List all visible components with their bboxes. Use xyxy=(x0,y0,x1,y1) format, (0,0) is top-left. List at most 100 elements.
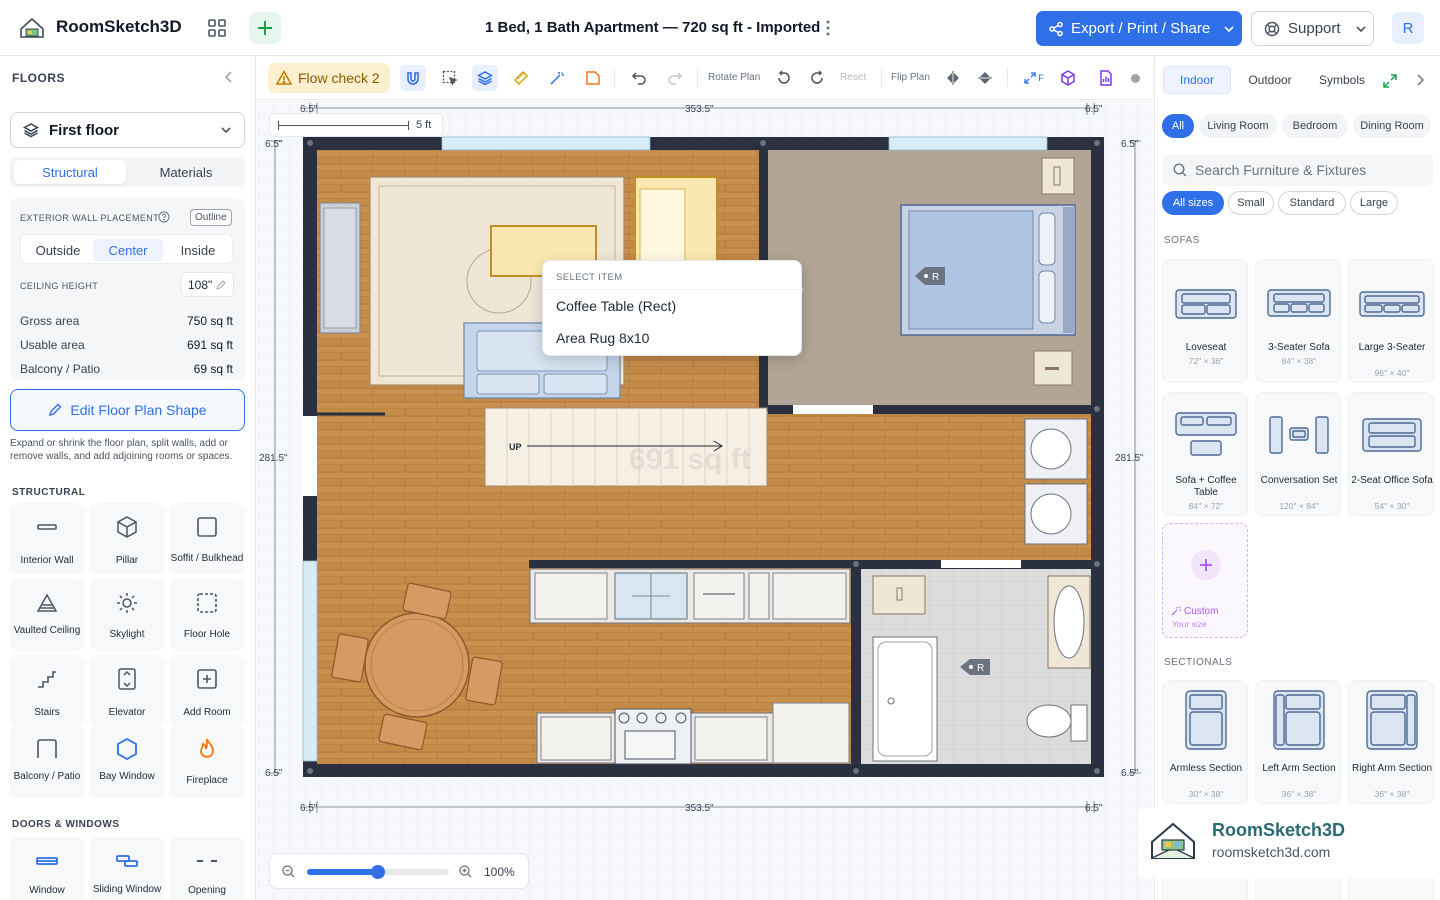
support-button[interactable]: Support xyxy=(1251,11,1374,46)
measure-button[interactable] xyxy=(508,65,534,91)
redo-button[interactable] xyxy=(662,65,688,91)
furniture-left-arm-section[interactable]: Left Arm Section 36" × 38" xyxy=(1255,680,1341,804)
tool-pillar[interactable]: Pillar xyxy=(90,503,164,575)
tab-outdoor[interactable]: Outdoor xyxy=(1235,66,1305,94)
reset-label[interactable]: Reset xyxy=(840,72,866,83)
zoom-slider-thumb[interactable] xyxy=(371,865,385,879)
select-button[interactable] xyxy=(437,65,463,91)
furniture-large-3-seater[interactable]: Large 3-Seater 96" × 40" xyxy=(1348,259,1434,383)
floor-plan-svg[interactable]: 6.5" 353.5" 6.5" 6.5" 353.5" 6.5" 281.5"… xyxy=(257,101,1153,900)
tool-balcony[interactable]: Balcony / Patio xyxy=(10,725,84,799)
furniture-loveseat[interactable]: Loveseat 72" × 36" xyxy=(1162,259,1248,383)
chevron-left-icon[interactable] xyxy=(222,70,236,84)
window[interactable] xyxy=(888,136,1048,151)
pantry-cabinet[interactable] xyxy=(772,702,850,764)
layers-button[interactable] xyxy=(472,65,498,91)
zoom-out-icon[interactable] xyxy=(282,865,295,878)
tool-stairs[interactable]: Stairs xyxy=(10,655,84,727)
floor-name: First floor xyxy=(49,121,119,139)
popup-item-area-rug[interactable]: Area Rug 8x10 xyxy=(556,330,649,346)
custom-size-card[interactable]: Custom Your size xyxy=(1162,523,1248,638)
chip-standard[interactable]: Standard xyxy=(1278,191,1346,215)
tool-window[interactable]: Window xyxy=(10,837,84,900)
outline-tag[interactable]: Outline xyxy=(190,209,232,226)
tool-elevator[interactable]: Elevator xyxy=(90,655,164,727)
chip-all-rooms[interactable]: All xyxy=(1162,114,1194,138)
custom-add-button[interactable] xyxy=(1191,550,1221,580)
entry-door-opening[interactable] xyxy=(303,416,317,496)
toilet[interactable] xyxy=(1026,704,1072,738)
furniture-3-seater-sofa[interactable]: 3-Seater Sofa 84" × 38" xyxy=(1255,259,1341,383)
tool-interior-wall[interactable]: Interior Wall xyxy=(10,503,84,575)
placement-center[interactable]: Center xyxy=(93,239,163,261)
window[interactable] xyxy=(441,136,651,151)
3d-view-button[interactable] xyxy=(1055,65,1081,91)
flip-horizontal-button[interactable] xyxy=(940,65,966,91)
dining-table[interactable] xyxy=(364,612,470,718)
bedroom-door-opening[interactable] xyxy=(793,405,873,414)
plus-square-icon xyxy=(197,669,217,689)
plan-title[interactable]: 1 Bed, 1 Bath Apartment — 720 sq ft - Im… xyxy=(485,19,820,36)
tab-indoor[interactable]: Indoor xyxy=(1163,66,1231,94)
furniture-conversation-set[interactable]: Conversation Set 120" × 84" xyxy=(1255,392,1341,516)
chip-small[interactable]: Small xyxy=(1228,191,1274,215)
chip-dining-room[interactable]: Dining Room xyxy=(1353,114,1431,138)
help-icon[interactable] xyxy=(158,211,170,223)
expand-panel-icon[interactable] xyxy=(1383,74,1397,88)
flip-vertical-button[interactable] xyxy=(972,65,998,91)
tool-sliding-window[interactable]: Sliding Window xyxy=(90,837,164,900)
chip-large[interactable]: Large xyxy=(1350,191,1398,215)
chip-all-sizes[interactable]: All sizes xyxy=(1162,191,1224,215)
tool-fireplace[interactable]: Fireplace xyxy=(170,725,244,799)
room-button[interactable] xyxy=(580,65,606,91)
popup-item-coffee-table[interactable]: Coffee Table (Rect) xyxy=(556,298,676,314)
dishwasher[interactable] xyxy=(693,572,745,620)
furniture-2-seat-office-sofa[interactable]: 2-Seat Office Sofa 54" × 30" xyxy=(1348,392,1434,516)
tool-add-room[interactable]: Add Room xyxy=(170,655,244,727)
chip-bedroom[interactable]: Bedroom xyxy=(1282,114,1348,138)
grid-menu-button[interactable] xyxy=(201,12,233,44)
report-button[interactable] xyxy=(1093,65,1119,91)
placement-inside[interactable]: Inside xyxy=(163,239,233,261)
app-logo-icon[interactable] xyxy=(18,14,46,42)
export-button[interactable]: Export / Print / Share xyxy=(1036,11,1242,46)
floor-plan-canvas[interactable]: 6.5" 353.5" 6.5" 6.5" 353.5" 6.5" 281.5"… xyxy=(257,101,1153,900)
tab-symbols[interactable]: Symbols xyxy=(1307,66,1377,94)
fit-button[interactable]: F xyxy=(1019,65,1049,91)
chevron-right-icon[interactable] xyxy=(1413,73,1427,87)
zoom-slider-track[interactable] xyxy=(307,865,449,879)
rotate-right-button[interactable] xyxy=(804,65,830,91)
tool-opening[interactable]: Opening xyxy=(170,837,244,900)
bathroom-vanity[interactable] xyxy=(872,575,926,615)
edit-floor-plan-shape-button[interactable]: Edit Floor Plan Shape xyxy=(10,389,245,431)
furniture-sofa-coffee-table[interactable]: Sofa + Coffee Table 84" × 72" xyxy=(1162,392,1248,516)
user-avatar[interactable]: R xyxy=(1392,12,1424,44)
tool-soffit[interactable]: Soffit / Bulkhead xyxy=(170,503,244,575)
tool-floor-hole[interactable]: Floor Hole xyxy=(170,579,244,651)
nightstand[interactable] xyxy=(1041,157,1075,195)
floors-title: FLOORS xyxy=(12,71,65,85)
bath-door-opening[interactable] xyxy=(941,560,1021,568)
furniture-search-input[interactable]: Search Furniture & Fixtures xyxy=(1163,154,1433,186)
interior-wall[interactable] xyxy=(851,560,860,764)
floor-select[interactable]: First floor xyxy=(10,112,245,148)
undo-button[interactable] xyxy=(626,65,652,91)
tool-vaulted-ceiling[interactable]: Vaulted Ceiling xyxy=(10,579,84,651)
flow-check-button[interactable]: Flow check 2 xyxy=(268,63,390,93)
furniture-armless-section[interactable]: Armless Section 30" × 38" xyxy=(1162,680,1248,804)
tool-bay-window[interactable]: Bay Window xyxy=(90,725,164,799)
magic-button[interactable] xyxy=(544,65,570,91)
placement-outside[interactable]: Outside xyxy=(23,239,93,261)
window[interactable] xyxy=(302,560,318,762)
add-button[interactable] xyxy=(249,12,281,44)
tool-skylight[interactable]: Skylight xyxy=(90,579,164,651)
furniture-right-arm-section[interactable]: Right Arm Section 36" × 38" xyxy=(1348,680,1434,804)
rotate-left-button[interactable] xyxy=(771,65,797,91)
more-options-icon[interactable] xyxy=(818,18,838,38)
tab-materials[interactable]: Materials xyxy=(130,160,242,184)
tab-structural[interactable]: Structural xyxy=(14,160,126,184)
chip-living-room[interactable]: Living Room xyxy=(1199,114,1277,138)
ceiling-height-input[interactable]: 108" xyxy=(181,272,234,297)
magnet-button[interactable] xyxy=(400,65,426,91)
zoom-in-icon[interactable] xyxy=(459,865,472,878)
